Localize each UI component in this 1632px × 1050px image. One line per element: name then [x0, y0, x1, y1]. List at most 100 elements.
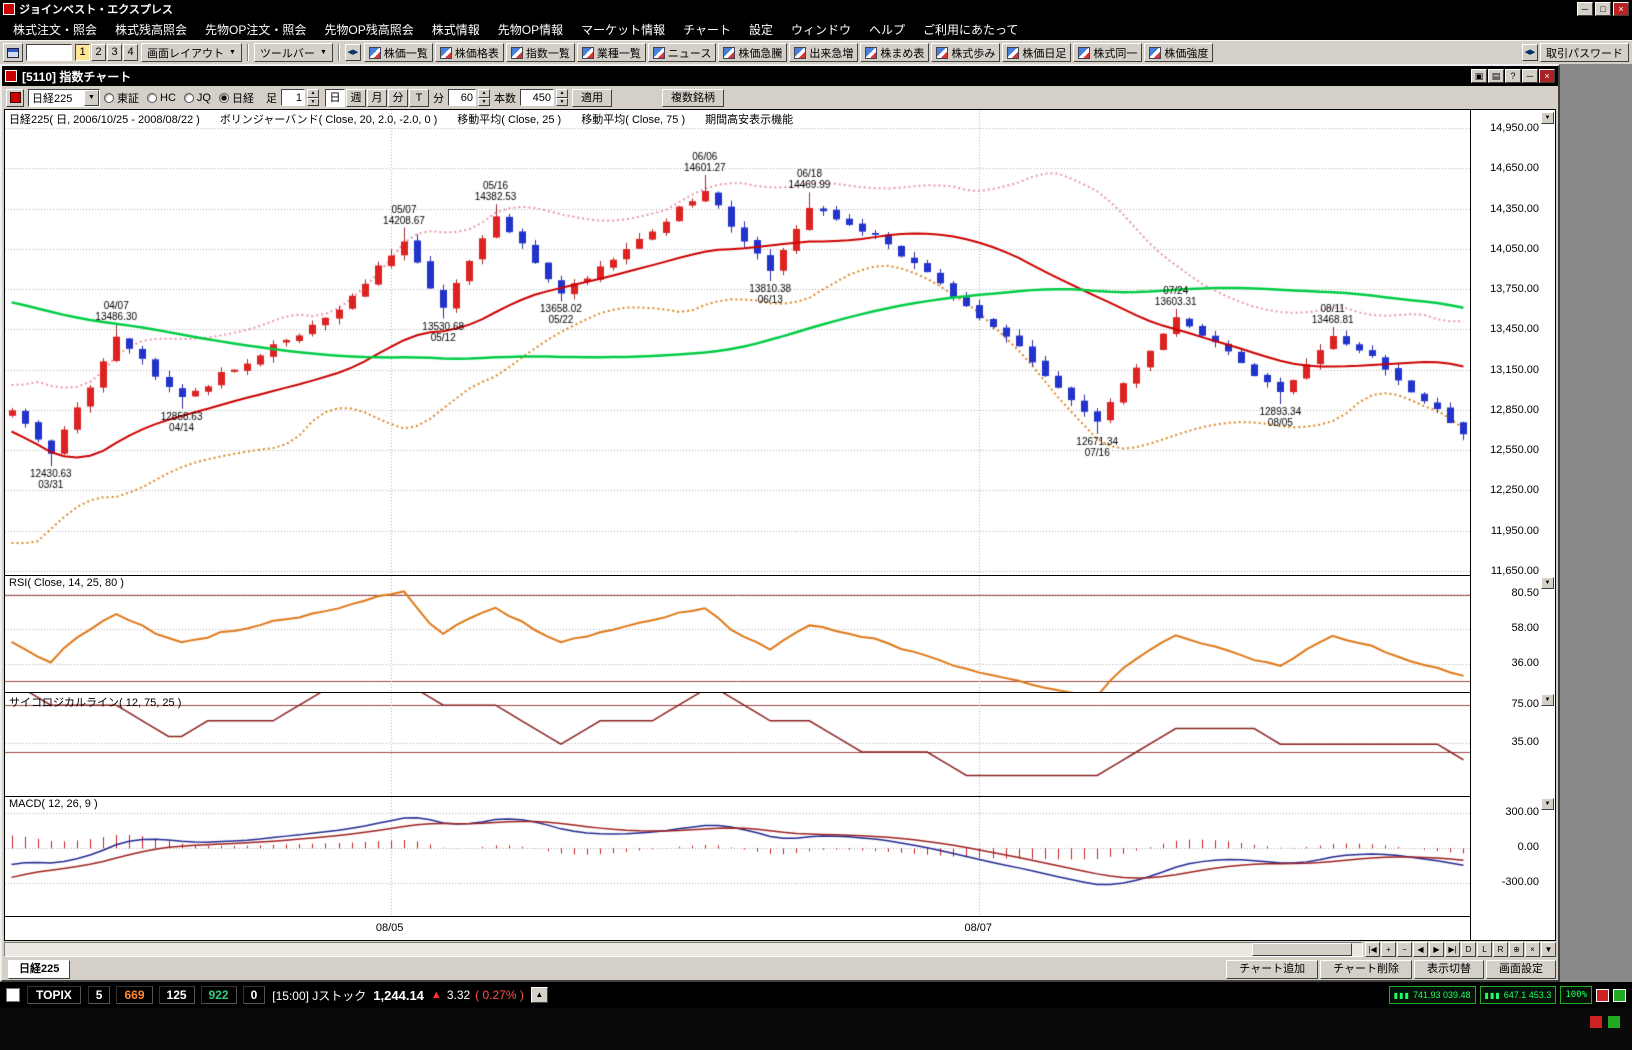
toolbar-button-5[interactable]: 株価急騰 [718, 43, 787, 62]
market-radio-JQ[interactable]: JQ [184, 92, 211, 104]
spinner-down-icon[interactable]: ▼ [556, 98, 568, 107]
child-help-button[interactable]: ? [1505, 69, 1521, 83]
screen-layout-button[interactable]: 画面レイアウト ▼ [141, 43, 242, 62]
close-button[interactable]: × [1613, 2, 1629, 16]
scrollbar-button-4[interactable]: ▶ [1429, 942, 1444, 957]
layout-button-2[interactable]: 2 [91, 44, 106, 61]
scrollbar-button-9[interactable]: ⊕ [1509, 942, 1524, 957]
dock-arrows-icon[interactable]: ◀▶ [1522, 44, 1538, 61]
child-pin-button[interactable]: ▣ [1471, 69, 1487, 83]
scrollbar-button-6[interactable]: D [1461, 942, 1476, 957]
toolbar-button-0[interactable]: 株価一覧 [364, 43, 433, 62]
scrollbar-button-11[interactable]: ▼ [1541, 942, 1556, 957]
trade-password-button[interactable]: 取引パスワード [1540, 43, 1629, 62]
period-button-日[interactable]: 日 [325, 89, 345, 107]
scrollbar-button-8[interactable]: R [1493, 942, 1508, 957]
main-chart-canvas[interactable] [5, 110, 1470, 575]
menu-item-2[interactable]: 先物OP注文・照会 [196, 18, 315, 41]
menu-item-4[interactable]: 株式情報 [423, 18, 489, 41]
spinner-down-icon[interactable]: ▼ [478, 98, 490, 107]
toolbar-button-9[interactable]: 株価日足 [1002, 43, 1071, 62]
toolbar-button-11[interactable]: 株価強度 [1144, 43, 1213, 62]
toolbar-button-2[interactable]: 指数一覧 [506, 43, 575, 62]
maximize-button[interactable]: □ [1595, 2, 1611, 16]
minimize-button[interactable]: ─ [1577, 2, 1593, 16]
toolbar-button-7[interactable]: 株まめ表 [860, 43, 929, 62]
spinner-up-icon[interactable]: ▲ [307, 89, 319, 98]
market-radio-HC[interactable]: HC [147, 92, 176, 104]
menu-item-1[interactable]: 株式残高照会 [106, 18, 196, 41]
menu-item-3[interactable]: 先物OP残高照会 [315, 18, 422, 41]
period-button-週[interactable]: 週 [346, 89, 366, 107]
layout-button-3[interactable]: 3 [107, 44, 122, 61]
panel-settings-dropdown-3[interactable]: ▼ [1541, 798, 1554, 810]
toolbar-collapse-icon[interactable]: ◀▶ [345, 44, 361, 61]
scrollbar-button-1[interactable]: + [1381, 942, 1396, 957]
chevron-down-icon[interactable]: ▼ [84, 90, 99, 106]
menu-item-8[interactable]: 設定 [740, 18, 782, 41]
toolbar-button-3[interactable]: 業種一覧 [577, 43, 646, 62]
bar-count-spinner[interactable]: ▲▼ [307, 89, 319, 106]
menu-item-10[interactable]: ヘルプ [860, 18, 914, 41]
count-spinner[interactable]: ▲▼ [556, 89, 568, 106]
toolbar-button-10[interactable]: 株式同一 [1073, 43, 1142, 62]
child-restore-button[interactable]: ▤ [1488, 69, 1504, 83]
menu-item-0[interactable]: 株式注文・照会 [4, 18, 106, 41]
menu-item-9[interactable]: ウィンドウ [782, 18, 860, 41]
toolbar-button-1[interactable]: 株価格表 [435, 43, 504, 62]
menu-item-11[interactable]: ご利用にあたって [914, 18, 1027, 41]
status-checkbox[interactable] [6, 988, 20, 1002]
layout-button-4[interactable]: 4 [123, 44, 138, 61]
scrollbar-button-3[interactable]: ◀ [1413, 942, 1428, 957]
spinner-up-icon[interactable]: ▲ [556, 89, 568, 98]
multi-symbol-button[interactable]: 複数銘柄 [662, 89, 724, 107]
market-radio-東証[interactable]: 東証 [104, 90, 139, 106]
scrollbar-button-7[interactable]: L [1477, 942, 1492, 957]
toolbar-button-6[interactable]: 出来急増 [789, 43, 858, 62]
menu-item-6[interactable]: マーケット情報 [572, 18, 674, 41]
psy-canvas[interactable] [5, 693, 1470, 796]
scrollbar-thumb[interactable] [1252, 943, 1352, 956]
panel-settings-dropdown-0[interactable]: ▼ [1541, 112, 1554, 124]
toolbar-blank-field[interactable] [26, 44, 72, 61]
scrollbar-track[interactable] [4, 942, 1363, 957]
scrollbar-button-5[interactable]: ▶| [1445, 942, 1460, 957]
minute-input[interactable] [448, 89, 476, 106]
market-radio-日経[interactable]: 日経 [219, 90, 254, 106]
scrollbar-button-0[interactable]: |◀ [1365, 942, 1380, 957]
menu-item-7[interactable]: チャート [674, 18, 740, 41]
index-name-label[interactable]: TOPIX [27, 986, 81, 1004]
chart-menu-button[interactable] [6, 89, 24, 107]
panel-settings-dropdown-2[interactable]: ▼ [1541, 694, 1554, 706]
panel-settings-dropdown-1[interactable]: ▼ [1541, 577, 1554, 589]
tab-nikkei225[interactable]: 日経225 [8, 960, 70, 979]
scrollbar-button-2[interactable]: − [1397, 942, 1412, 957]
spinner-up-icon[interactable]: ▲ [478, 89, 490, 98]
toolbar-button-8[interactable]: 株式歩み [931, 43, 1000, 62]
menu-item-5[interactable]: 先物OP情報 [489, 18, 572, 41]
symbol-select[interactable]: 日経225 ▼ [28, 89, 100, 107]
tray-red-icon [1590, 1016, 1602, 1028]
spinner-down-icon[interactable]: ▼ [307, 98, 319, 107]
bottom-button-0[interactable]: チャート追加 [1226, 960, 1318, 979]
child-minimize-button[interactable]: ─ [1522, 69, 1538, 83]
count-input[interactable] [520, 89, 554, 106]
period-button-月[interactable]: 月 [367, 89, 387, 107]
toolbar-button-4[interactable]: ニュース [648, 43, 716, 62]
minute-spinner[interactable]: ▲▼ [478, 89, 490, 106]
period-button-T[interactable]: T [409, 89, 429, 107]
popup-button[interactable]: ▲ [531, 987, 548, 1003]
period-button-分[interactable]: 分 [388, 89, 408, 107]
macd-canvas[interactable] [5, 797, 1470, 916]
scrollbar-button-10[interactable]: × [1525, 942, 1540, 957]
child-close-button[interactable]: × [1539, 69, 1555, 83]
rsi-canvas[interactable] [5, 576, 1470, 692]
bottom-button-3[interactable]: 画面設定 [1486, 960, 1556, 979]
bottom-button-2[interactable]: 表示切替 [1414, 960, 1484, 979]
apply-button[interactable]: 適用 [572, 89, 612, 107]
window-icon-button[interactable] [3, 43, 23, 62]
bottom-button-1[interactable]: チャート削除 [1320, 960, 1412, 979]
layout-button-1[interactable]: 1 [75, 44, 90, 61]
toolbar-menu-button[interactable]: ツールバー ▼ [254, 43, 333, 62]
bar-count-input[interactable] [281, 89, 305, 106]
